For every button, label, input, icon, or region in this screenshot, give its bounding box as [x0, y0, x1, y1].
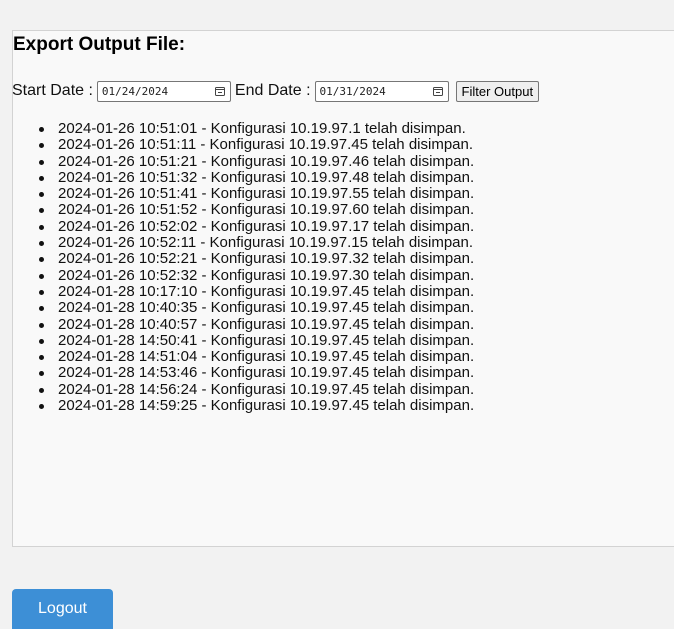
export-title: Export Output File:	[13, 34, 186, 55]
page: Export Output File: Start Date : 01/24/2…	[0, 0, 674, 629]
filter-output-button[interactable]: Filter Output	[455, 80, 540, 102]
list-item: 2024-01-26 10:52:32 - Konfigurasi 10.19.…	[38, 266, 475, 284]
date-filter-row: Start Date : 01/24/2024 End Date : 01/31…	[12, 80, 540, 102]
list-item: 2024-01-28 10:17:10 - Konfigurasi 10.19.…	[38, 282, 475, 300]
end-date-value: 01/31/2024	[319, 84, 386, 98]
list-item: 2024-01-28 14:56:24 - Konfigurasi 10.19.…	[38, 380, 475, 398]
list-item: 2024-01-26 10:51:52 - Konfigurasi 10.19.…	[38, 201, 475, 219]
calendar-icon[interactable]	[432, 86, 443, 96]
list-item: 2024-01-26 10:52:11 - Konfigurasi 10.19.…	[38, 234, 474, 252]
start-date-label: Start Date :	[12, 82, 93, 99]
list-item: 2024-01-26 10:51:01 - Konfigurasi 10.19.…	[38, 120, 474, 137]
end-date-input[interactable]: 01/31/2024	[314, 80, 449, 102]
list-item: 2024-01-26 10:52:21 - Konfigurasi 10.19.…	[38, 250, 475, 268]
start-date-value: 01/24/2024	[101, 84, 169, 98]
list-item: 2024-01-28 14:59:25 - Konfigurasi 10.19.…	[38, 397, 475, 415]
output-log-list: 2024-01-26 10:51:01 - Konfigurasi 10.19.…	[38, 120, 475, 415]
calendar-icon[interactable]	[214, 86, 225, 96]
logout-button[interactable]: Logout	[12, 589, 113, 629]
list-item: 2024-01-28 10:40:35 - Konfigurasi 10.19.…	[38, 299, 475, 317]
list-item: 2024-01-26 10:51:32 - Konfigurasi 10.19.…	[38, 168, 475, 186]
list-item: 2024-01-28 14:51:04 - Konfigurasi 10.19.…	[38, 348, 475, 366]
list-item: 2024-01-28 14:53:46 - Konfigurasi 10.19.…	[38, 364, 475, 382]
end-date-label: End Date :	[234, 82, 311, 99]
list-item: 2024-01-26 10:51:21 - Konfigurasi 10.19.…	[38, 152, 475, 170]
start-date-input[interactable]: 01/24/2024	[96, 80, 231, 102]
list-item: 2024-01-26 10:51:11 - Konfigurasi 10.19.…	[38, 136, 474, 154]
list-item: 2024-01-26 10:51:41 - Konfigurasi 10.19.…	[38, 185, 475, 203]
list-item: 2024-01-28 14:50:41 - Konfigurasi 10.19.…	[38, 331, 475, 349]
list-item: 2024-01-28 10:40:57 - Konfigurasi 10.19.…	[38, 315, 475, 333]
list-item: 2024-01-26 10:52:02 - Konfigurasi 10.19.…	[38, 217, 475, 235]
